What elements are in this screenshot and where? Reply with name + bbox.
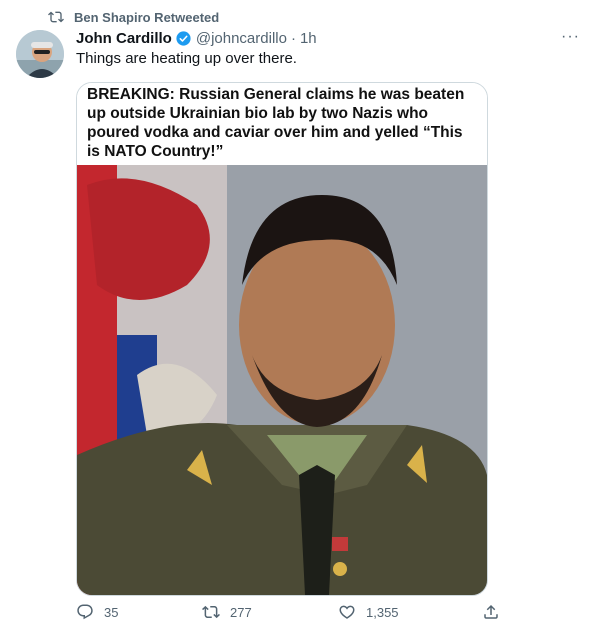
display-name[interactable]: John Cardillo [76, 30, 172, 47]
media-caption: BREAKING: Russian General claims he was … [77, 83, 487, 165]
retweet-label: Ben Shapiro Retweeted [74, 9, 220, 25]
retweet-context[interactable]: Ben Shapiro Retweeted [48, 8, 219, 26]
retweet-icon [48, 11, 64, 23]
tweet-timestamp[interactable]: 1h [300, 30, 317, 47]
share-icon [484, 604, 498, 619]
user-handle[interactable]: @johncardillo [196, 30, 287, 47]
retweet-icon [202, 605, 220, 619]
tweet-text: Things are heating up over there. [76, 50, 297, 67]
retweet-button[interactable]: 277 [202, 603, 252, 621]
reply-icon [77, 604, 93, 620]
like-icon [339, 605, 355, 619]
verified-badge-icon [176, 30, 191, 46]
tweet-header: John Cardillo @johncardillo · 1h [76, 28, 582, 48]
tweet-actions: 35 277 1,355 [76, 603, 598, 627]
reply-count: 35 [104, 604, 119, 620]
more-icon[interactable]: ··· [561, 28, 580, 46]
separator-dot: · [290, 29, 296, 47]
retweet-count: 277 [230, 604, 252, 620]
avatar[interactable] [16, 30, 64, 78]
media-photo [77, 165, 487, 595]
reply-button[interactable]: 35 [76, 603, 118, 621]
share-button[interactable] [482, 603, 500, 621]
tweet-media[interactable]: BREAKING: Russian General claims he was … [76, 82, 488, 596]
like-count: 1,355 [366, 604, 399, 620]
like-button[interactable]: 1,355 [338, 603, 399, 621]
